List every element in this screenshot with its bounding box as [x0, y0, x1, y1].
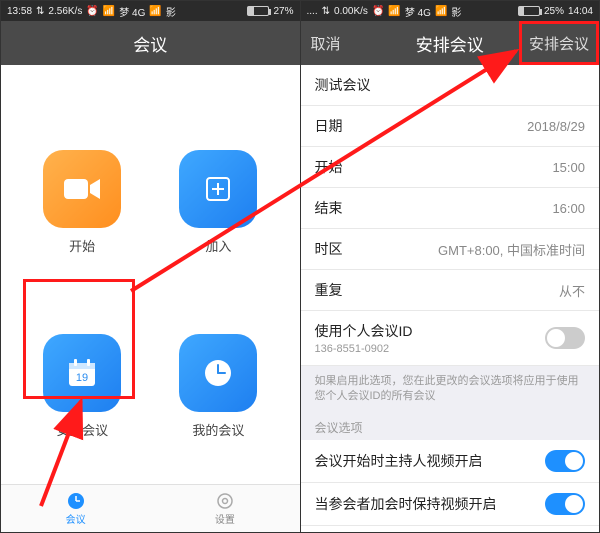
tab-bar: 会议 设置	[1, 484, 300, 532]
status-bar: 13:58 ⇅ 2.56K/s ⏰ 📶 梦 4G 📶 影 27%	[1, 1, 300, 21]
value: GMT+8:00, 中国标准时间	[438, 240, 585, 259]
status-net: 2.56K/s	[48, 6, 82, 17]
status-battery: 27%	[273, 6, 293, 17]
pmi-id: 136-8551-0902	[315, 343, 413, 355]
label: 重复	[315, 280, 343, 300]
tab-label: 设置	[215, 511, 235, 526]
screen-meeting-home: 13:58 ⇅ 2.56K/s ⏰ 📶 梦 4G 📶 影 27% 会议	[1, 1, 301, 532]
label: 会议开始时主持人视频开启	[315, 451, 483, 471]
tile-schedule[interactable]: 19 安排会议	[43, 334, 121, 439]
label: 使用个人会议ID	[315, 321, 413, 341]
value: 2018/8/29	[527, 119, 585, 134]
pmi-note: 如果启用此选项，您在此更改的会议选项将应用于使用您个人会议ID的所有会议	[301, 366, 600, 413]
clock-icon	[67, 492, 85, 510]
label: 时区	[315, 239, 343, 259]
schedule-action-button[interactable]: 安排会议	[519, 21, 599, 65]
tile-label: 开始	[69, 236, 95, 255]
toggle-participant-video[interactable]	[545, 493, 585, 515]
section-options-title: 会议选项	[301, 413, 600, 440]
row-timezone[interactable]: 时区 GMT+8:00, 中国标准时间	[301, 229, 600, 270]
tile-start[interactable]: 开始	[43, 150, 121, 255]
battery-icon	[247, 6, 269, 16]
home-grid: 开始 加入 19 安排会议 我的会议	[1, 65, 300, 484]
row-password[interactable]: 会议密码 (可选)	[301, 526, 600, 532]
tile-join[interactable]: 加入	[179, 150, 257, 255]
tab-label: 会议	[66, 511, 86, 526]
status-carrier: 梦 4G	[405, 4, 431, 19]
plus-icon	[179, 150, 257, 228]
tile-label: 安排会议	[56, 420, 108, 439]
tile-my-meetings[interactable]: 我的会议	[179, 334, 257, 439]
tile-label: 我的会议	[192, 420, 244, 439]
header-bar: 取消 安排会议 安排会议	[301, 21, 600, 65]
row-repeat[interactable]: 重复 从不	[301, 270, 600, 311]
toggle-host-video[interactable]	[545, 450, 585, 472]
row-host-video[interactable]: 会议开始时主持人视频开启	[301, 440, 600, 483]
cancel-button[interactable]: 取消	[301, 21, 351, 65]
page-title: 会议	[133, 31, 167, 56]
video-icon	[43, 150, 121, 228]
calendar-icon: 19	[43, 334, 121, 412]
svg-text:19: 19	[76, 372, 88, 384]
status-time: 14:04	[568, 6, 593, 17]
toggle-pmi[interactable]	[545, 327, 585, 349]
status-battery: 25%	[544, 6, 564, 17]
row-end-time[interactable]: 结束 16:00	[301, 188, 600, 229]
label: 结束	[315, 198, 343, 218]
tab-settings[interactable]: 设置	[215, 492, 235, 526]
row-date[interactable]: 日期 2018/8/29	[301, 106, 600, 147]
status-carrier: 梦 4G	[119, 4, 145, 19]
status-bar: .... ⇅ 0.00K/s ⏰ 📶 梦 4G 📶 影 25% 14:04	[301, 1, 600, 21]
status-time: 13:58	[7, 6, 32, 17]
tab-meeting[interactable]: 会议	[66, 492, 86, 526]
row-participant-video[interactable]: 当参会者加会时保持视频开启	[301, 483, 600, 526]
label: 日期	[315, 116, 343, 136]
value: 从不	[559, 281, 585, 300]
form-scroll[interactable]: 测试会议 日期 2018/8/29 开始 15:00 结束 16:00 时区 G…	[301, 65, 600, 532]
header-bar: 会议	[1, 21, 300, 65]
screen-schedule-meeting: .... ⇅ 0.00K/s ⏰ 📶 梦 4G 📶 影 25% 14:04 取消…	[301, 1, 600, 532]
clock-icon	[179, 334, 257, 412]
row-topic[interactable]: 测试会议	[301, 65, 600, 106]
gear-icon	[216, 492, 234, 510]
value: 15:00	[552, 160, 585, 175]
label: 开始	[315, 157, 343, 177]
row-pmi[interactable]: 使用个人会议ID 136-8551-0902	[301, 311, 600, 366]
page-title: 安排会议	[416, 31, 484, 56]
label: 当参会者加会时保持视频开启	[315, 494, 497, 514]
value: 16:00	[552, 201, 585, 216]
row-start-time[interactable]: 开始 15:00	[301, 147, 600, 188]
battery-icon	[518, 6, 540, 16]
status-net: 0.00K/s	[334, 6, 368, 17]
topic-value: 测试会议	[315, 75, 371, 95]
tile-label: 加入	[205, 236, 231, 255]
